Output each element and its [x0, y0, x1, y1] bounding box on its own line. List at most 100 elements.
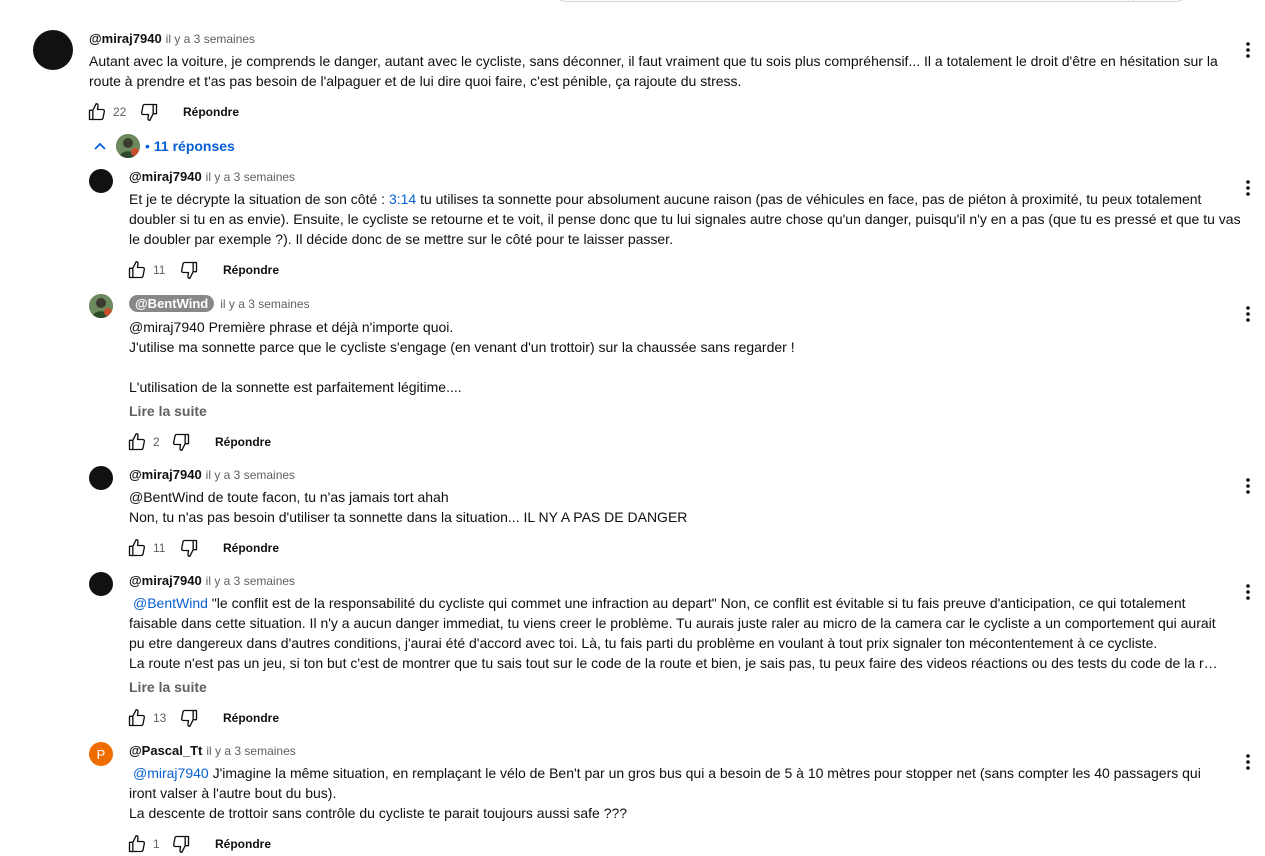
reply-button[interactable]: Répondre [223, 541, 279, 555]
reply-button[interactable]: Répondre [223, 711, 279, 725]
avatar[interactable] [89, 294, 113, 318]
reply-actions: 2 Répondre [125, 430, 271, 454]
reply-line: La route n'est pas un jeu, si ton but c'… [129, 655, 1224, 671]
reply-meta: @BentWind il y a 3 semaines [129, 295, 310, 312]
reply-line: J'utilise ma sonnette parce que le cycli… [129, 339, 795, 355]
more-vert-icon[interactable] [1236, 474, 1260, 498]
more-vert-icon[interactable] [1236, 580, 1260, 604]
reply-text: @BentWind "le conflit est de la responsa… [129, 593, 1224, 673]
comment-author[interactable]: @miraj7940 [89, 31, 162, 46]
more-vert-icon[interactable] [1236, 176, 1260, 200]
reply-line: L'utilisation de la sonnette est parfait… [129, 379, 462, 395]
reply-time[interactable]: il y a 3 semaines [220, 297, 309, 311]
avatar[interactable] [89, 169, 113, 193]
comment-text: Autant avec la voiture, je comprends le … [89, 51, 1224, 91]
reply-button[interactable]: Répondre [223, 263, 279, 277]
reply-time[interactable]: il y a 3 semaines [206, 744, 295, 758]
reply-actions: 11 Répondre [125, 258, 279, 282]
reply-author[interactable]: @miraj7940 [129, 169, 202, 184]
reply-meta: @miraj7940 il y a 3 semaines [129, 573, 295, 588]
reply-line: faisable dans cette situation. Il n'y a … [129, 615, 1216, 631]
avatar[interactable]: P [89, 742, 113, 766]
like-count: 22 [113, 105, 127, 119]
reply-meta: @miraj7940 il y a 3 semaines [129, 467, 295, 482]
more-vert-icon[interactable] [1236, 302, 1260, 326]
reply-actions: 11 Répondre [125, 536, 279, 560]
avatar[interactable] [89, 572, 113, 596]
comment-time[interactable]: il y a 3 semaines [166, 32, 255, 46]
reply-line-rest: "le conflit est de la responsabilité du … [207, 595, 1186, 611]
search-bar-edge[interactable] [551, 0, 1191, 2]
reply-meta: @Pascal_Tt il y a 3 semaines [129, 743, 296, 758]
reply-line-rest: J'imagine la même situation, en remplaça… [208, 765, 1201, 781]
reply-line: @miraj7940 Première phrase et déjà n'imp… [129, 319, 454, 335]
like-count: 11 [153, 541, 166, 555]
thumb-down-icon[interactable] [177, 706, 201, 730]
thumb-up-icon[interactable] [125, 832, 149, 856]
timestamp-link[interactable]: 3:14 [389, 191, 416, 207]
thumb-up-icon[interactable] [85, 100, 109, 124]
thumb-down-icon[interactable] [169, 430, 193, 454]
thumb-down-icon[interactable] [169, 832, 193, 856]
reply-button[interactable]: Répondre [215, 837, 271, 851]
avatar[interactable] [89, 466, 113, 490]
reply-text: @BentWind de toute facon, tu n'as jamais… [129, 487, 1229, 527]
creator-avatar [116, 134, 140, 158]
reply-author[interactable]: @Pascal_Tt [129, 743, 202, 758]
reply-button[interactable]: Répondre [183, 105, 239, 119]
comment-line: Autant avec la voiture, je comprends le … [89, 53, 1218, 69]
reply-text: @miraj7940 J'imagine la même situation, … [129, 763, 1229, 823]
reply-author[interactable]: @miraj7940 [129, 573, 202, 588]
reply-line: Non, tu n'as pas besoin d'utiliser ta so… [129, 509, 688, 525]
reply-time[interactable]: il y a 3 semaines [206, 468, 295, 482]
avatar[interactable] [33, 30, 73, 70]
reply-author[interactable]: @miraj7940 [129, 467, 202, 482]
thumb-up-icon[interactable] [125, 536, 149, 560]
like-count: 13 [153, 711, 167, 725]
reply-meta: @miraj7940 il y a 3 semaines [129, 169, 295, 184]
read-more-link[interactable]: Lire la suite [129, 679, 207, 695]
reply-line: doubler si tu en as envie). Ensuite, le … [129, 211, 1241, 227]
like-count: 1 [153, 837, 160, 851]
reply-line: @BentWind "le conflit est de la responsa… [129, 593, 1224, 613]
replies-toggle[interactable]: • 11 réponses [90, 134, 235, 158]
comment-meta: @miraj7940 il y a 3 semaines [89, 31, 255, 46]
comment-line: route à prendre et t'as pas besoin de l'… [89, 73, 742, 89]
thumb-down-icon[interactable] [137, 100, 161, 124]
like-count: 2 [153, 435, 160, 449]
thumb-up-icon[interactable] [125, 706, 149, 730]
reply-text: @miraj7940 Première phrase et déjà n'imp… [129, 317, 1229, 397]
search-bar-divider [1133, 0, 1134, 1]
reply-line: Et je te décrypte la situation de son cô… [129, 189, 1229, 209]
chevron-up-icon[interactable] [90, 136, 110, 156]
thumb-down-icon[interactable] [177, 258, 201, 282]
reply-line: iront valser à l'autre bout du bus). [129, 785, 337, 801]
reply-line: le doubler par exemple ?). Il décide don… [129, 231, 673, 247]
reply-line-prefix: Et je te décrypte la situation de son cô… [129, 191, 389, 207]
more-vert-icon[interactable] [1236, 750, 1260, 774]
separator-dot: • [145, 138, 150, 154]
mention-link[interactable]: @miraj7940 [133, 765, 209, 781]
reply-time[interactable]: il y a 3 semaines [206, 574, 295, 588]
reply-line: pu etre dangereux dans d'autres conditio… [129, 635, 1158, 651]
more-vert-icon[interactable] [1236, 38, 1260, 62]
comment-actions: 22 Répondre [85, 100, 239, 124]
read-more-link[interactable]: Lire la suite [129, 403, 207, 419]
replies-count-label[interactable]: 11 réponses [154, 138, 235, 154]
thumb-up-icon[interactable] [125, 258, 149, 282]
reply-line: La descente de trottoir sans contrôle du… [129, 805, 628, 821]
reply-actions: 1 Répondre [125, 832, 271, 856]
reply-line: @BentWind de toute facon, tu n'as jamais… [129, 489, 449, 505]
mention-link[interactable]: @BentWind [133, 595, 208, 611]
thumb-down-icon[interactable] [177, 536, 201, 560]
reply-line-suffix: tu utilises ta sonnette pour absolument … [416, 191, 1202, 207]
creator-author-chip[interactable]: @BentWind [129, 295, 215, 312]
thumb-up-icon[interactable] [125, 430, 149, 454]
reply-button[interactable]: Répondre [215, 435, 271, 449]
reply-line: @miraj7940 J'imagine la même situation, … [129, 763, 1229, 783]
reply-text: Et je te décrypte la situation de son cô… [129, 189, 1241, 249]
reply-actions: 13 Répondre [125, 706, 279, 730]
like-count: 11 [153, 263, 166, 277]
reply-time[interactable]: il y a 3 semaines [206, 170, 295, 184]
